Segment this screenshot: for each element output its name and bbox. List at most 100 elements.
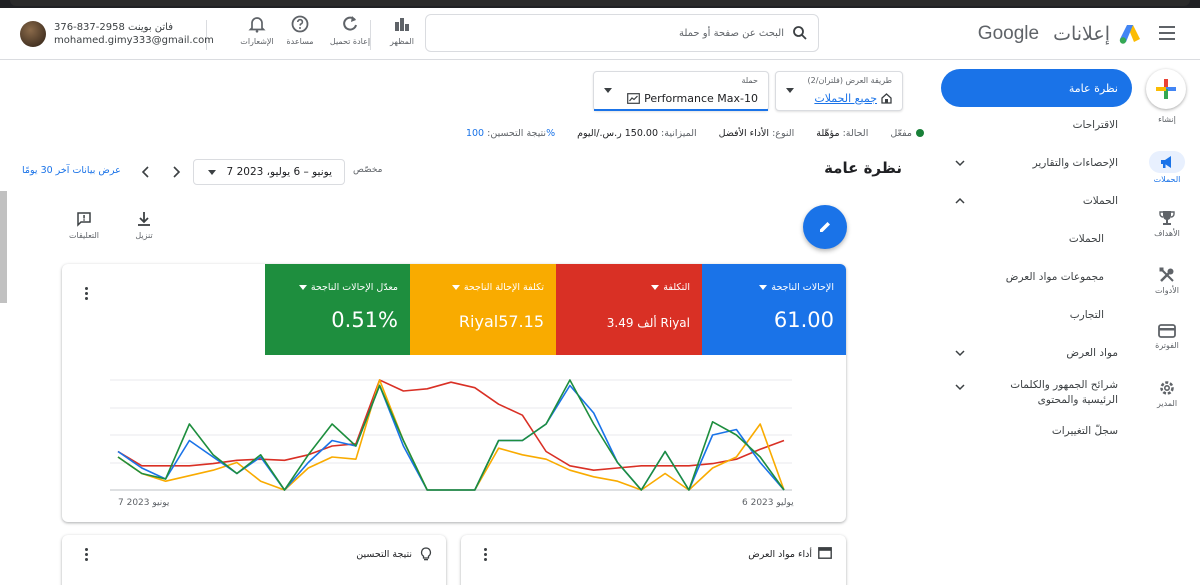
metric-conversion-rate[interactable]: معدّل الإحالات الناجحة 0.51% [265, 264, 410, 355]
account-id: 376-837-2958 فاتن بوينت [54, 22, 174, 33]
more-options-icon[interactable] [78, 284, 94, 302]
appearance-button[interactable]: المظهر [380, 14, 424, 54]
sidebar-item-campaigns[interactable]: الحملات [941, 225, 1132, 253]
sidebar-item-assets[interactable]: مواد العرض [941, 339, 1132, 367]
navigation-rail: إنشاء الحملات الأهداف الأدوات الفوترة ال… [1134, 61, 1200, 585]
sidebar-item-label: الحملات [1082, 195, 1118, 207]
main-content: طريقة العرض (فلتران/2) جميع الحملات حملة… [0, 61, 932, 585]
card-title: نتيجة التحسين [356, 549, 412, 560]
date-range-picker[interactable]: 7 يونيو – 6 يوليو، 2023 [193, 159, 345, 185]
refresh-button[interactable]: إعادة تحميل [328, 14, 372, 54]
campaign-selector-label: حملة [741, 76, 758, 85]
notifications-label: الإشعارات [240, 37, 274, 46]
last-30-days-link[interactable]: عرض بيانات آخر 30 يومًا [22, 165, 121, 176]
metric-cost[interactable]: التكلفة 3.49 ألف Riyal [556, 264, 702, 355]
google-ads-logo[interactable]: Google إعلانات [978, 20, 1142, 48]
brand-google-text: Google [977, 23, 1040, 44]
feedback-icon [77, 212, 91, 227]
google-ads-logo-icon [1119, 25, 1140, 44]
performance-max-icon [627, 93, 640, 104]
bell-icon [248, 17, 266, 33]
sidebar-item-overview[interactable]: نظرة عامة [941, 69, 1132, 107]
help-icon [291, 15, 309, 33]
browser-top-strip [0, 0, 1200, 8]
metric-label: التكلفة [663, 282, 690, 293]
metric-value: 3.49 ألف Riyal [606, 316, 690, 330]
date-range-value: 7 يونيو – 6 يوليو، 2023 [226, 166, 332, 178]
edit-fab-button[interactable] [803, 205, 847, 249]
sidebar-item-recommendations[interactable]: الاقتراحات [941, 111, 1132, 139]
create-button[interactable] [1146, 69, 1186, 109]
account-email: mohamed.gimy333@gmail.com [54, 35, 214, 46]
caret-down-icon [604, 88, 612, 93]
view-selector-label: طريقة العرض (فلتران/2) [807, 76, 892, 85]
sidebar-item-label: سجلّ التغييرات [1051, 425, 1118, 437]
chevron-down-icon [955, 350, 965, 357]
selector-underline [594, 109, 768, 111]
admin-gear-icon [1160, 381, 1174, 395]
card-title: أداء مواد العرض [748, 549, 812, 560]
sidebar-item-insights-reports[interactable]: الإحصاءات والتقارير [941, 149, 1132, 177]
rail-create-label-wrap: إنشاء [1134, 113, 1200, 124]
campaign-selector[interactable]: حملة Performance Max-10 [593, 71, 769, 111]
scrollbar-thumb[interactable] [0, 191, 7, 303]
x-axis-end-label: 6 يوليو 2023 [742, 498, 794, 508]
next-period-button[interactable] [166, 161, 186, 183]
sidebar-item-change-history[interactable]: سجلّ التغييرات [941, 417, 1132, 445]
rail-item-billing[interactable]: الفوترة [1134, 323, 1200, 350]
sidebar-item-campaigns-group[interactable]: الحملات [941, 187, 1132, 215]
search-placeholder: البحث عن صفحة أو حملة [678, 27, 784, 39]
metric-value: 0.51% [331, 308, 398, 332]
menu-icon[interactable] [1156, 22, 1178, 44]
metric-value: 61.00 [773, 308, 834, 332]
chevron-right-icon [173, 166, 181, 178]
chart-series-line [117, 379, 785, 471]
previous-period-button[interactable] [136, 161, 156, 183]
rail-item-goals[interactable]: الأهداف [1134, 209, 1200, 238]
appearance-label: المظهر [390, 37, 414, 46]
rail-item-campaigns[interactable]: الحملات [1134, 151, 1200, 184]
download-icon [138, 212, 150, 226]
rail-item-admin[interactable]: المدير [1134, 379, 1200, 408]
account-switcher[interactable]: 376-837-2958 فاتن بوينت mohamed.gimy333@… [20, 18, 214, 50]
rail-item-tools[interactable]: الأدوات [1134, 266, 1200, 295]
sidebar-item-experiments[interactable]: التجارب [941, 301, 1132, 329]
download-button[interactable]: تنزيل [124, 211, 164, 240]
status-optimization: نتيجة التحسين: 100% [465, 127, 556, 139]
notifications-button[interactable]: الإشعارات [235, 14, 279, 54]
sidebar-item-asset-groups[interactable]: مجموعات مواد العرض [941, 263, 1132, 291]
campaign-selector-value: Performance Max-10 [644, 92, 758, 105]
search-input[interactable]: البحث عن صفحة أو حملة [425, 14, 819, 52]
lightbulb-icon [420, 547, 432, 561]
rail-goals-label: الأهداف [1154, 229, 1180, 238]
asset-performance-card: أداء مواد العرض [461, 535, 846, 585]
metric-conversions[interactable]: الإحالات الناجحة 61.00 [702, 264, 846, 355]
sidebar-item-label: الحملات [1068, 233, 1104, 245]
caret-down-icon [208, 170, 216, 175]
home-icon [881, 93, 892, 104]
caret-down-icon [451, 285, 460, 290]
sidebar-item-audiences-keywords-content[interactable]: شرائح الجمهور والكلمات الرئيسية والمحتوى [941, 373, 1132, 413]
sidebar-item-label: الاقتراحات [1072, 119, 1118, 131]
more-options-icon[interactable] [477, 545, 493, 563]
refresh-icon [343, 16, 357, 31]
metric-label: تكلفة الإحالة الناجحة [463, 282, 544, 293]
status-type: النوع: الأداء الأفضل [718, 127, 795, 139]
metric-cost-per-conversion[interactable]: تكلفة الإحالة الناجحة Riyal57.15 [410, 264, 556, 355]
metric-label: الإحالات الناجحة [771, 282, 834, 293]
help-label: مساعدة [286, 37, 314, 46]
rail-create-label: إنشاء [1158, 115, 1176, 124]
status-budget: الميزانية: 150.00 ر.س./اليوم [577, 127, 697, 139]
caret-down-icon [651, 285, 660, 290]
more-options-icon[interactable] [78, 545, 94, 563]
avatar [20, 21, 46, 47]
create-plus-icon [1156, 79, 1176, 99]
brand-product-text: إعلانات [1053, 23, 1110, 45]
help-button[interactable]: مساعدة [278, 14, 322, 54]
comments-button[interactable]: التعليقات [64, 211, 104, 240]
sidebar-item-label: مجموعات مواد العرض [1005, 271, 1104, 283]
campaign-status-row: مفعّل الحالة: مؤهّلة النوع: الأداء الأفض… [466, 125, 924, 141]
view-selector[interactable]: طريقة العرض (فلتران/2) جميع الحملات [775, 71, 903, 111]
performance-line-chart [110, 379, 792, 491]
comments-label: التعليقات [68, 231, 99, 240]
